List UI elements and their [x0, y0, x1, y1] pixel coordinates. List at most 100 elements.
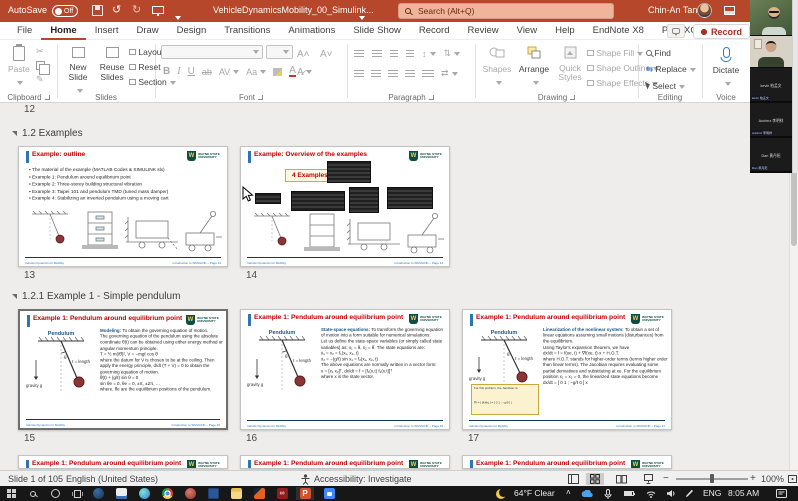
format-painter-icon[interactable]: ✎ [36, 74, 45, 85]
language-status[interactable]: English (United States) [66, 474, 158, 484]
arrange-button[interactable]: Arrange [516, 46, 552, 92]
participant-video-1[interactable] [750, 0, 798, 35]
tab-home[interactable]: Home [41, 22, 85, 40]
slide-thumbnail-13[interactable]: Example: outline WWAYNE STATEUNIVERSITY … [18, 146, 228, 267]
app-icon-powerpoint-active[interactable]: P [296, 487, 314, 500]
tab-design[interactable]: Design [168, 22, 216, 40]
app-icon-zoom[interactable] [320, 487, 338, 500]
section-header-example1[interactable]: 1.2.1 Example 1 - Simple pendulum [12, 291, 180, 302]
search-input[interactable] [416, 5, 607, 17]
italic-button[interactable]: I [177, 66, 180, 77]
participant-tile-4[interactable]: Aunbnz 李明祥 Aunbnz 李明祥 [750, 103, 792, 136]
shapes-button[interactable]: Shapes [480, 46, 514, 92]
participant-tile-3[interactable]: kevin 柏孟文 kevin 柏孟文 [750, 68, 792, 101]
strikethrough-button[interactable]: ab [202, 67, 212, 77]
clock[interactable]: 8:05 AM [728, 488, 759, 498]
start-slideshow-icon[interactable] [152, 6, 164, 14]
app-icon-red[interactable] [181, 487, 199, 500]
app-icon-acrobat[interactable]: ∞ [273, 487, 291, 500]
zoom-level[interactable]: 100% [761, 474, 784, 484]
save-icon[interactable] [92, 5, 103, 16]
collapse-triangle-icon[interactable] [12, 294, 17, 299]
app-icon-matlab[interactable] [250, 487, 268, 500]
paste-button[interactable]: Paste [8, 46, 30, 92]
taskbar-search-icon[interactable] [24, 487, 42, 500]
tab-file[interactable]: File [8, 22, 41, 40]
cortana-icon[interactable] [46, 487, 64, 500]
slide-thumbnail-19[interactable]: Example 1: Pendulum around equilibrium p… [240, 455, 450, 469]
accessibility-status[interactable]: Accessibility: Investigate [314, 474, 412, 484]
ribbon-display-options-icon[interactable] [724, 6, 735, 15]
tab-animations[interactable]: Animations [279, 22, 344, 40]
tab-slide-show[interactable]: Slide Show [344, 22, 410, 40]
numbering-icon[interactable] [372, 50, 382, 58]
user-name[interactable]: Chin-An Tan [648, 5, 697, 15]
paste-dropdown-icon[interactable] [17, 81, 23, 85]
wifi-icon[interactable] [642, 487, 660, 500]
smartart-convert-icon[interactable]: ⇄ [441, 68, 458, 79]
pen-icon[interactable] [680, 487, 698, 500]
app-icon-document[interactable] [112, 487, 130, 500]
font-name-select[interactable] [161, 45, 263, 59]
align-center-icon[interactable] [371, 70, 381, 78]
weather-moon-icon[interactable] [492, 487, 510, 500]
bold-button[interactable]: B [163, 66, 170, 77]
grow-font-icon[interactable]: A˄ [297, 49, 310, 60]
dictate-button[interactable]: Dictate [708, 47, 744, 93]
bullets-icon[interactable] [354, 50, 364, 58]
decrease-indent-icon[interactable] [390, 50, 398, 58]
normal-view-button[interactable] [564, 473, 582, 485]
app-icon-blue-doc[interactable] [204, 487, 222, 500]
reuse-slides-button[interactable]: Reuse Slides [96, 45, 128, 83]
align-right-icon[interactable] [388, 70, 398, 78]
fit-to-window-button[interactable] [783, 473, 798, 485]
replace-button[interactable]: ⇆ Replace [646, 64, 696, 75]
search-box[interactable] [398, 3, 614, 19]
cut-icon[interactable]: ✂ [36, 46, 45, 57]
collapse-triangle-icon[interactable] [12, 131, 17, 136]
microphone-tray-icon[interactable] [599, 487, 617, 500]
zoom-out-button[interactable]: − [663, 473, 669, 484]
task-view-icon[interactable] [68, 487, 86, 500]
quick-styles-button[interactable]: Quick Styles [554, 46, 586, 83]
slide-thumbnail-15[interactable]: Example 1: Pendulum around equilibrium p… [18, 309, 228, 430]
font-color-button[interactable]: A [289, 66, 296, 77]
slide-thumbnail-16[interactable]: Example 1: Pendulum around equilibrium p… [240, 309, 450, 430]
tab-insert[interactable]: Insert [86, 22, 128, 40]
slide-sorter-view-button[interactable] [586, 473, 604, 485]
line-spacing-icon[interactable]: ↕ [422, 49, 436, 59]
document-title[interactable]: VehicleDynamicsMobility_00_Simulink... [213, 5, 374, 15]
shrink-font-icon[interactable]: A˅ [320, 49, 333, 60]
select-button[interactable]: Select [646, 81, 696, 91]
input-language[interactable]: ENG [703, 488, 721, 498]
undo-icon[interactable]: ↺ [112, 3, 121, 18]
redo-icon[interactable]: ↻ [132, 3, 141, 18]
video-panel-scrollbar[interactable] [792, 0, 798, 173]
record-button[interactable]: Record [693, 24, 750, 39]
app-icon-edge[interactable] [135, 487, 153, 500]
find-button[interactable]: Find [646, 48, 696, 58]
onedrive-cloud-icon[interactable] [578, 487, 596, 500]
app-icon-navy[interactable] [89, 487, 107, 500]
participant-video-2[interactable] [750, 36, 792, 67]
align-left-icon[interactable] [354, 70, 364, 78]
zoom-in-button[interactable]: + [750, 473, 756, 484]
slide-thumbnail-14[interactable]: Example: Overview of the examples WWAYNE… [240, 146, 450, 267]
autosave-toggle[interactable]: Off [52, 5, 78, 17]
increase-indent-icon[interactable] [406, 50, 414, 58]
weather-status[interactable]: 64°F Clear [514, 488, 555, 498]
participant-tile-5[interactable]: Dan 黄丹阳 Dan 黄丹阳 [750, 138, 792, 171]
tray-chevron-icon[interactable]: ˄ [566, 488, 571, 497]
slideshow-view-button[interactable] [639, 473, 657, 485]
tab-transitions[interactable]: Transitions [215, 22, 279, 40]
columns-icon[interactable] [422, 70, 434, 78]
section-header-examples[interactable]: 1.2 Examples [12, 128, 83, 139]
battery-icon[interactable] [620, 487, 638, 500]
text-direction-icon[interactable]: ⇅ [444, 48, 461, 59]
tab-endnote[interactable]: EndNote X8 [584, 22, 653, 40]
dialog-launcher-icon[interactable] [45, 95, 50, 100]
underline-button[interactable]: U [188, 66, 195, 77]
volume-icon[interactable] [662, 487, 680, 500]
change-case-button[interactable]: Aa [246, 67, 266, 77]
dialog-launcher-icon[interactable] [570, 95, 575, 100]
